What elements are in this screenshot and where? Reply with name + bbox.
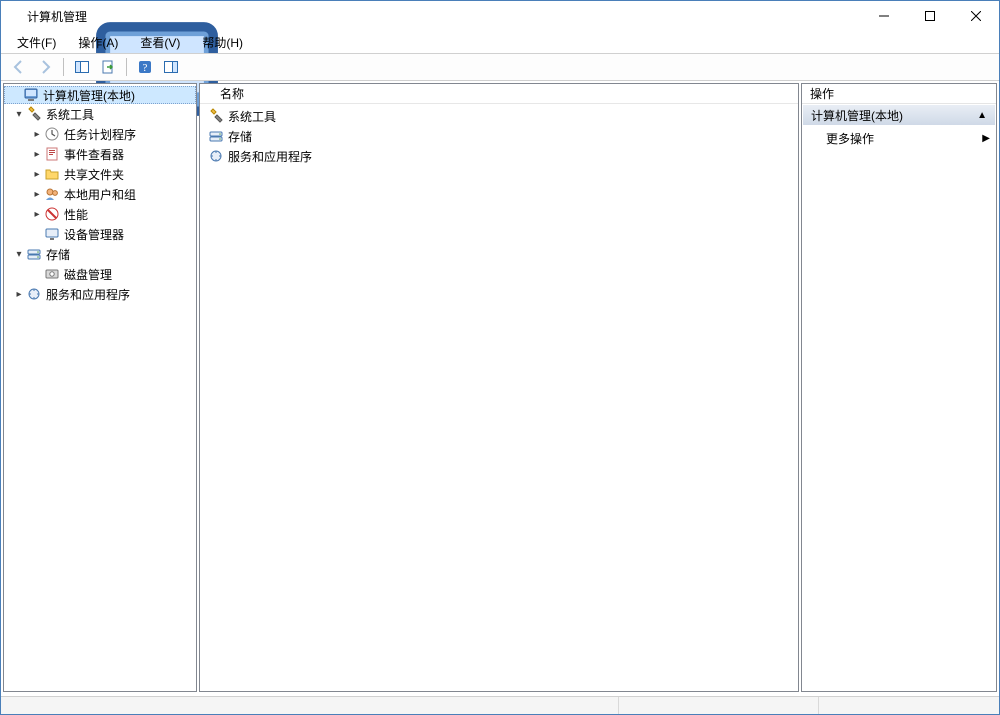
- list-item-label: 服务和应用程序: [228, 148, 312, 165]
- tree-root-label: 计算机管理(本地): [43, 87, 135, 104]
- event-viewer-icon: [44, 146, 60, 162]
- performance-icon: [44, 206, 60, 222]
- app-icon: [7, 8, 23, 24]
- list-item-services-apps[interactable]: 服务和应用程序: [200, 146, 798, 166]
- tree-item-label: 设备管理器: [64, 226, 124, 243]
- menu-view[interactable]: 查看(V): [132, 32, 188, 53]
- twisty-collapsed-icon[interactable]: ▸: [30, 209, 44, 220]
- twisty-expanded-icon[interactable]: ▾: [12, 109, 26, 120]
- twisty-collapsed-icon[interactable]: ▸: [30, 189, 44, 200]
- toolbar-separator: [63, 58, 64, 76]
- list-item-label: 系统工具: [228, 108, 276, 125]
- twisty-collapsed-icon[interactable]: ▸: [30, 169, 44, 180]
- tree-item-label: 性能: [64, 206, 88, 223]
- menubar: 文件(F) 操作(A) 查看(V) 帮助(H): [1, 31, 999, 53]
- forward-button[interactable]: [33, 56, 57, 78]
- computer-icon: [23, 87, 39, 103]
- tools-icon: [208, 108, 224, 124]
- maximize-button[interactable]: [907, 1, 953, 31]
- actions-pane-title: 操作: [802, 84, 996, 104]
- tree-services-apps[interactable]: ▸ 服务和应用程序: [4, 284, 196, 304]
- shared-folder-icon: [44, 166, 60, 182]
- twisty-expanded-icon[interactable]: ▾: [12, 249, 26, 260]
- tree-item-label: 存储: [46, 246, 70, 263]
- tree-system-tools[interactable]: ▾ 系统工具: [4, 104, 196, 124]
- tree-item-label: 本地用户和组: [64, 186, 136, 203]
- window-title: 计算机管理: [27, 8, 861, 25]
- device-manager-icon: [44, 226, 60, 242]
- tree-item-label: 服务和应用程序: [46, 286, 130, 303]
- show-hide-actions-button[interactable]: [159, 56, 183, 78]
- list-item-label: 存储: [228, 128, 252, 145]
- tools-icon: [26, 106, 42, 122]
- clock-icon: [44, 126, 60, 142]
- content-area: 计算机管理(本地) ▾ 系统工具 ▸ 任务计划程序 ▸ 事件查看: [1, 81, 999, 696]
- tree-storage[interactable]: ▾ 存储: [4, 244, 196, 264]
- list-item-system-tools[interactable]: 系统工具: [200, 106, 798, 126]
- twisty-collapsed-icon[interactable]: ▸: [30, 149, 44, 160]
- tree-task-scheduler[interactable]: ▸ 任务计划程序: [4, 124, 196, 144]
- export-list-button[interactable]: [96, 56, 120, 78]
- titlebar: 计算机管理: [1, 1, 999, 31]
- storage-icon: [26, 246, 42, 262]
- actions-section-header[interactable]: 计算机管理(本地) ▲: [802, 104, 996, 126]
- tree-item-label: 事件查看器: [64, 146, 124, 163]
- list-header[interactable]: 名称: [200, 84, 798, 104]
- actions-section-title: 计算机管理(本地): [811, 107, 903, 124]
- tree-item-label: 共享文件夹: [64, 166, 124, 183]
- tree-item-label: 任务计划程序: [64, 126, 136, 143]
- tree-item-label: 磁盘管理: [64, 266, 112, 283]
- toolbar-separator: [126, 58, 127, 76]
- services-icon: [208, 148, 224, 164]
- close-button[interactable]: [953, 1, 999, 31]
- tree-device-manager[interactable]: 设备管理器: [4, 224, 196, 244]
- tree-event-viewer[interactable]: ▸ 事件查看器: [4, 144, 196, 164]
- tree-local-users-groups[interactable]: ▸ 本地用户和组: [4, 184, 196, 204]
- users-icon: [44, 186, 60, 202]
- submenu-arrow-icon: ▶: [982, 133, 990, 144]
- column-name[interactable]: 名称: [214, 85, 250, 102]
- list-pane[interactable]: 名称 系统工具 存储 服务和应用程序: [199, 83, 799, 692]
- tree-root[interactable]: 计算机管理(本地): [4, 86, 196, 104]
- toolbar: [1, 53, 999, 81]
- statusbar: [1, 696, 999, 714]
- services-icon: [26, 286, 42, 302]
- tree-disk-management[interactable]: 磁盘管理: [4, 264, 196, 284]
- list-item-storage[interactable]: 存储: [200, 126, 798, 146]
- actions-more[interactable]: 更多操作 ▶: [802, 126, 996, 150]
- menu-action[interactable]: 操作(A): [70, 32, 126, 53]
- tree-shared-folders[interactable]: ▸ 共享文件夹: [4, 164, 196, 184]
- storage-icon: [208, 128, 224, 144]
- help-button[interactable]: [133, 56, 157, 78]
- actions-more-label: 更多操作: [826, 130, 874, 147]
- twisty-collapsed-icon[interactable]: ▸: [30, 129, 44, 140]
- minimize-button[interactable]: [861, 1, 907, 31]
- tree-performance[interactable]: ▸ 性能: [4, 204, 196, 224]
- tree-pane[interactable]: 计算机管理(本地) ▾ 系统工具 ▸ 任务计划程序 ▸ 事件查看: [3, 83, 197, 692]
- actions-pane: 操作 计算机管理(本地) ▲ 更多操作 ▶: [801, 83, 997, 692]
- tree-item-label: 系统工具: [46, 106, 94, 123]
- menu-file[interactable]: 文件(F): [9, 32, 64, 53]
- menu-help[interactable]: 帮助(H): [194, 32, 251, 53]
- back-button[interactable]: [7, 56, 31, 78]
- twisty-collapsed-icon[interactable]: ▸: [12, 289, 26, 300]
- chevron-up-icon: ▲: [977, 110, 987, 121]
- disk-icon: [44, 266, 60, 282]
- show-hide-tree-button[interactable]: [70, 56, 94, 78]
